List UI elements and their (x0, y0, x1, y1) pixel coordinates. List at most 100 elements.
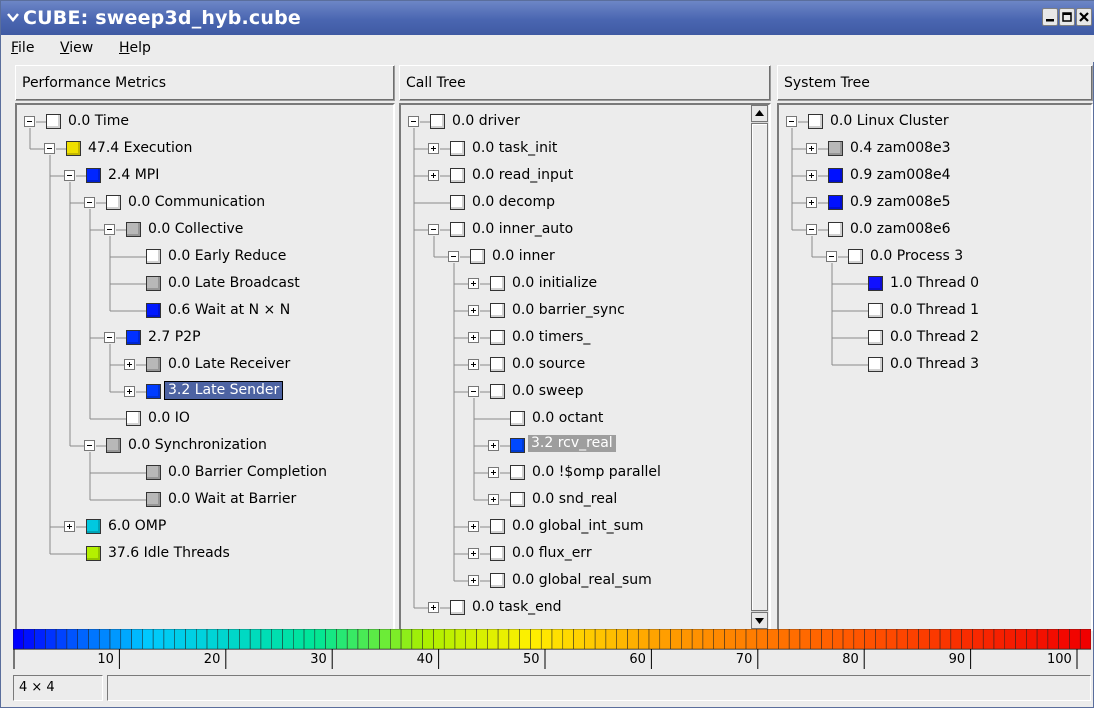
tree-node-label: 0.0 barrier_sync (512, 302, 625, 318)
value-color-swatch (450, 195, 465, 210)
minimize-button[interactable] (1042, 8, 1058, 26)
menu-view[interactable]: View (60, 40, 93, 56)
call-tree-header[interactable]: Call Tree (399, 65, 771, 101)
close-button[interactable] (1076, 8, 1092, 26)
value-color-swatch (828, 141, 843, 156)
expand-icon[interactable] (488, 440, 499, 451)
maximize-icon (1062, 12, 1072, 22)
tree-node-label: 3.2 Late Sender (164, 381, 284, 400)
tree-node-label: 0.9 zam008e4 (850, 167, 951, 183)
tree-node-label: 0.0 Barrier Completion (168, 464, 328, 480)
expand-icon[interactable] (428, 143, 439, 154)
metrics-tree[interactable]: 0.0 Time 47.4 Execution 2.4 MPI 0.0 Communi… (15, 103, 395, 631)
menu-help[interactable]: Help (119, 40, 151, 56)
scroll-up-button[interactable] (751, 105, 768, 122)
color-scale-segment (1069, 629, 1081, 649)
color-scale-segment (142, 629, 154, 649)
color-scale-segment (648, 629, 661, 649)
title-bar[interactable]: CUBE: sweep3d_hyb.cube (1, 1, 1094, 35)
collapse-icon[interactable] (24, 116, 35, 127)
collapse-icon[interactable] (826, 251, 837, 262)
expand-icon[interactable] (64, 521, 75, 532)
color-scale-axis: 10 20 30 40 50 60 70 80 90 100 (13, 649, 1091, 671)
expand-icon[interactable] (806, 170, 817, 181)
color-scale-segment (594, 629, 607, 649)
color-scale-segment (799, 629, 811, 649)
performance-metrics-header[interactable]: Performance Metrics (15, 65, 395, 101)
tree-node-label: 0.0 Late Receiver (168, 356, 291, 372)
color-scale-segment (691, 629, 704, 649)
tree-node-label: 0.0 inner_auto (472, 221, 574, 237)
collapse-icon[interactable] (84, 197, 95, 208)
scale-tick-marks (13, 649, 1091, 669)
expand-icon[interactable] (468, 332, 479, 343)
expand-icon[interactable] (468, 305, 479, 316)
collapse-icon[interactable] (448, 251, 459, 262)
color-scale-segment (346, 629, 359, 649)
value-color-swatch (828, 222, 843, 237)
value-color-swatch (146, 384, 161, 399)
color-scale-segment (120, 629, 132, 649)
tree-node-label: 0.4 zam008e3 (850, 140, 951, 156)
value-color-swatch (868, 303, 883, 318)
collapse-icon[interactable] (408, 116, 419, 127)
tree-node-label: 3.2 rcv_real (528, 435, 616, 452)
expand-icon[interactable] (428, 602, 439, 613)
value-color-swatch (868, 357, 883, 372)
tree-node-label: 2.7 P2P (148, 329, 201, 345)
expand-icon[interactable] (468, 548, 479, 559)
collapse-icon[interactable] (786, 116, 797, 127)
color-scale-segment (422, 629, 434, 649)
maximize-button[interactable] (1059, 8, 1075, 26)
collapse-icon[interactable] (428, 224, 439, 235)
color-scale-segment (433, 629, 445, 649)
expand-icon[interactable] (806, 197, 817, 208)
color-scale-segment (713, 629, 725, 649)
color-scale-segment (45, 629, 57, 649)
color-scale-segment (702, 629, 714, 649)
collapse-icon[interactable] (806, 224, 817, 235)
collapse-icon[interactable] (104, 332, 115, 343)
value-color-swatch (490, 303, 505, 318)
color-scale-segment (443, 629, 456, 649)
system-tree-header[interactable]: System Tree (777, 65, 1093, 101)
tree-node-label: 0.0 sweep (512, 383, 584, 399)
expand-icon[interactable] (124, 359, 135, 370)
scrollbar-thumb[interactable] (751, 123, 768, 611)
window-title: CUBE: sweep3d_hyb.cube (23, 7, 302, 29)
color-scale-segment (217, 629, 229, 649)
tree-node-label: 0.0 Early Reduce (168, 248, 287, 264)
collapse-icon[interactable] (104, 224, 115, 235)
expand-icon[interactable] (468, 521, 479, 532)
collapse-icon[interactable] (84, 440, 95, 451)
window-menu-chevron-icon[interactable] (6, 10, 20, 24)
collapse-icon[interactable] (64, 170, 75, 181)
value-color-swatch (490, 384, 505, 399)
expand-icon[interactable] (488, 494, 499, 505)
color-scale-segment (282, 629, 294, 649)
expand-icon[interactable] (468, 575, 479, 586)
color-scale-segment (637, 629, 650, 649)
system-tree-pane: System Tree 0.0 Linux Cluster 0.4 zam008e… (777, 65, 1093, 631)
tree-node-label: 0.0 snd_real (532, 491, 618, 507)
value-color-swatch (106, 438, 121, 453)
tree-node-label: 0.0 global_real_sum (512, 572, 652, 588)
tree-node-label: 0.0 Communication (128, 194, 266, 210)
menu-file[interactable]: File (11, 40, 34, 56)
expand-icon[interactable] (124, 386, 135, 397)
value-color-swatch (848, 249, 863, 264)
expand-icon[interactable] (468, 359, 479, 370)
expand-icon[interactable] (468, 278, 479, 289)
color-scale-segment (1058, 629, 1070, 649)
expand-icon[interactable] (488, 467, 499, 478)
system-tree[interactable]: 0.0 Linux Cluster 0.4 zam008e3 0.9 zam008e… (777, 103, 1093, 631)
color-scale-segment (98, 629, 111, 649)
expand-icon[interactable] (428, 170, 439, 181)
collapse-icon[interactable] (468, 386, 479, 397)
scroll-down-button[interactable] (751, 612, 768, 629)
call-tree[interactable]: 0.0 driver 0.0 task_init 0.0 read_input 0.0… (399, 103, 771, 631)
call-tree-scrollbar[interactable] (751, 105, 768, 629)
expand-icon[interactable] (806, 143, 817, 154)
collapse-icon[interactable] (44, 143, 55, 154)
tree-node-label: 0.0 Synchronization (128, 437, 267, 453)
